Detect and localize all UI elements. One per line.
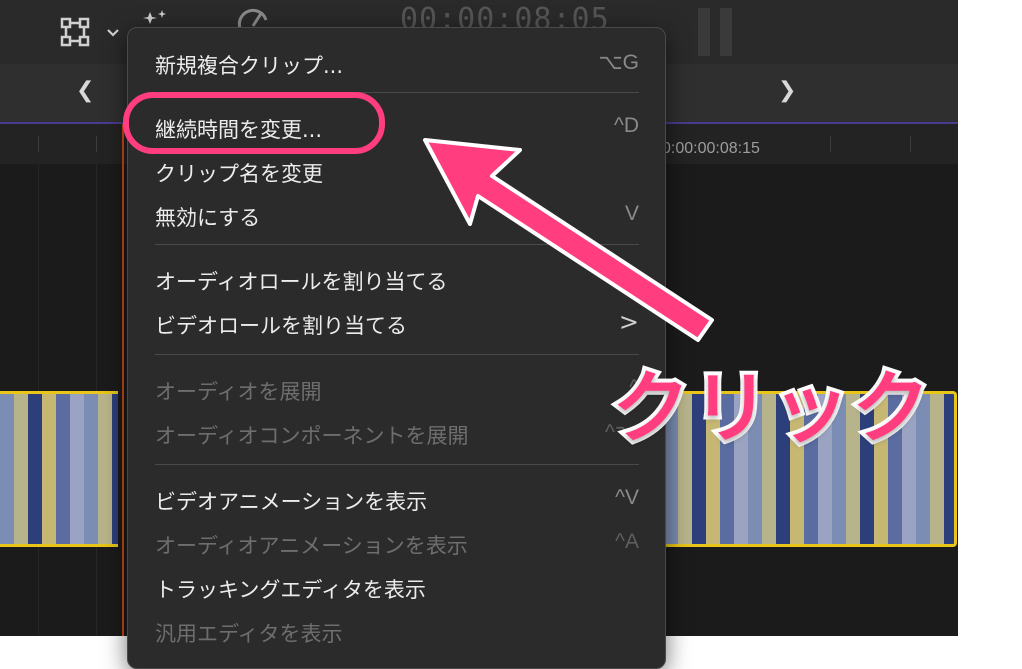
click-callout-text: クリック [608,360,934,458]
pointer-arrow-icon [423,138,714,342]
